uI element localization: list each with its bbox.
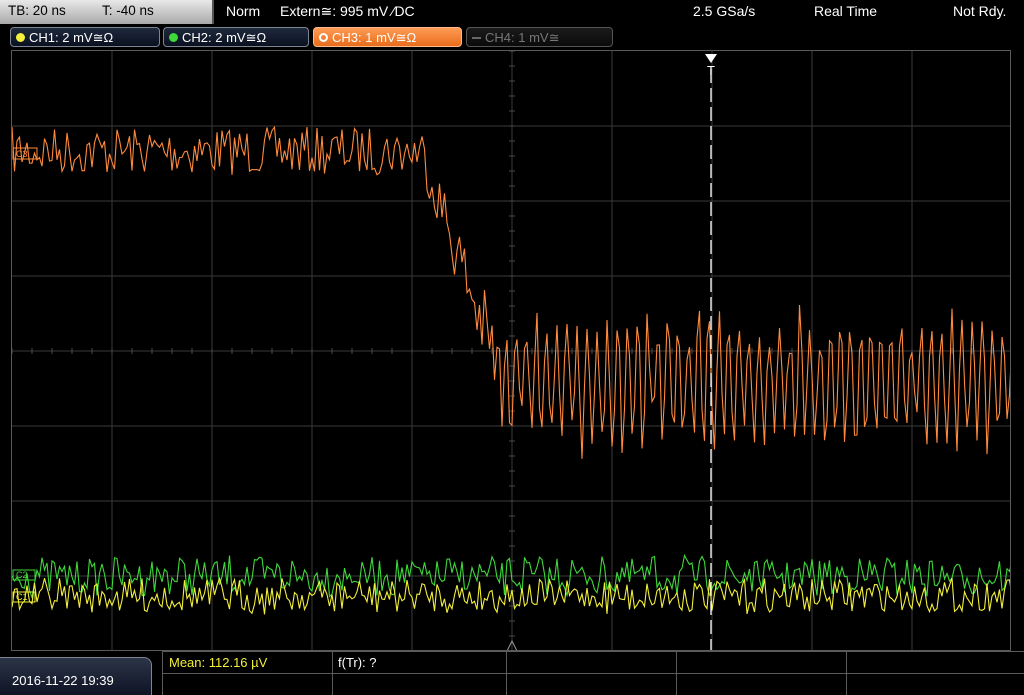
ch1-label: CH1: 2 mV≅Ω: [29, 30, 114, 45]
ch2-reference-marker[interactable]: C2: [12, 569, 36, 581]
channel-tab-ch4[interactable]: CH4: 1 mV≅: [466, 27, 613, 47]
datetime-label: 2016-11-22 19:39: [12, 673, 114, 688]
waveform-canvas: T C3 C2 C1: [12, 51, 1010, 650]
ch1-indicator-icon: [16, 33, 25, 42]
ch3-label: CH3: 1 mV≅Ω: [332, 30, 417, 45]
datetime-box[interactable]: 2016-11-22 19:39: [0, 657, 152, 695]
ch4-indicator-icon: [472, 37, 481, 39]
ch3-ref-label: C3: [16, 149, 28, 159]
status-bar: TB: 20 ns T: -40 ns Norm Extern≅: 995 mV…: [0, 0, 1024, 24]
graticule-grid: [12, 51, 1010, 650]
channel-tab-ch1[interactable]: CH1: 2 mV≅Ω: [10, 27, 160, 47]
mean-measurement[interactable]: Mean: 112.16 µV: [169, 655, 267, 670]
channel-tab-ch2[interactable]: CH2: 2 mV≅Ω: [163, 27, 309, 47]
trigger-source[interactable]: Extern≅: 995 mV ⁄DC: [280, 3, 415, 20]
trigger-offset-label: T: -40 ns: [102, 3, 154, 18]
waveform-display[interactable]: T C3 C2 C1: [11, 50, 1011, 651]
trigger-arrow-icon[interactable]: [705, 54, 717, 63]
timebase-label: TB: 20 ns: [8, 3, 66, 18]
rise-time-measurement[interactable]: f(Tr): ?: [338, 655, 377, 670]
run-status: Not Rdy.: [953, 3, 1007, 19]
ch2-indicator-icon: [169, 33, 178, 42]
ch2-label: CH2: 2 mV≅Ω: [182, 30, 267, 45]
channel-bar: CH1: 2 mV≅Ω CH2: 2 mV≅Ω CH3: 1 mV≅Ω CH4:…: [0, 25, 1024, 49]
ch2-ref-label: C2: [16, 570, 28, 580]
trigger-mode[interactable]: Norm: [226, 3, 260, 19]
ch1-ref-label: C1: [16, 592, 28, 602]
acquisition-mode[interactable]: Real Time: [814, 3, 877, 19]
channel-tab-ch3[interactable]: CH3: 1 mV≅Ω: [313, 27, 462, 47]
ch4-label: CH4: 1 mV≅: [485, 30, 560, 45]
trigger-marker-label: T: [707, 63, 715, 78]
measurement-panel: Mean: 112.16 µV f(Tr): ?: [162, 651, 1024, 695]
sample-rate[interactable]: 2.5 GSa/s: [693, 3, 755, 19]
timebase-box[interactable]: TB: 20 ns T: -40 ns: [0, 0, 214, 24]
ch3-indicator-icon: [319, 33, 328, 42]
